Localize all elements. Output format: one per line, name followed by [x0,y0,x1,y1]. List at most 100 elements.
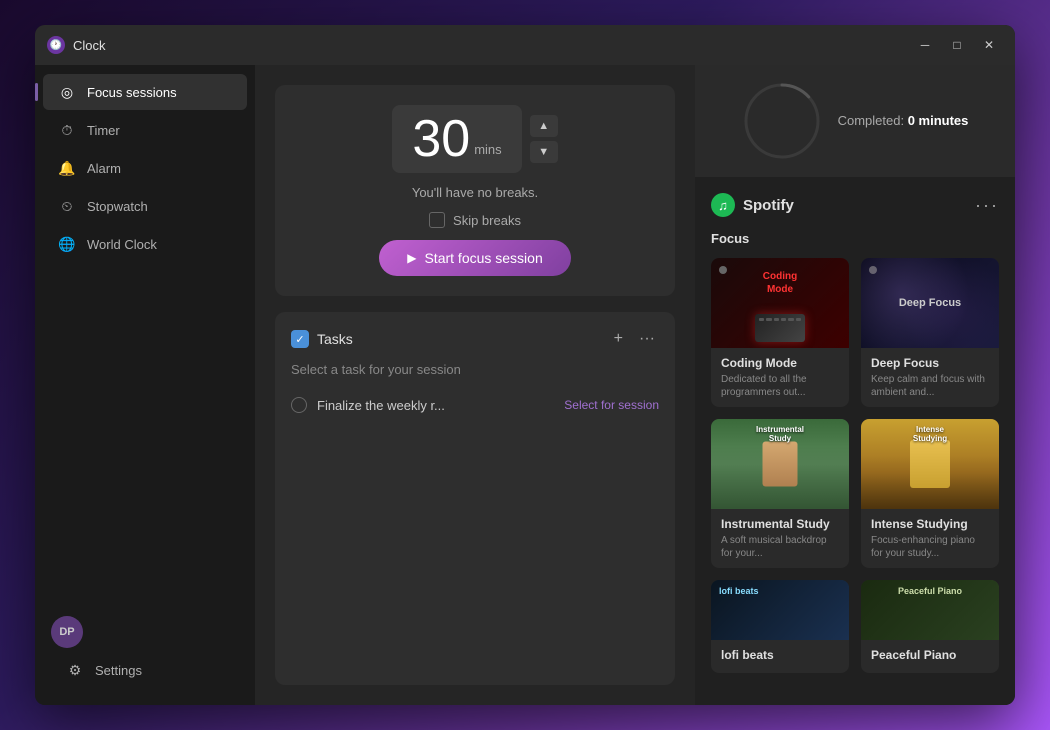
playlists-grid: CodingMode [711,258,999,673]
playlist-info: Deep Focus Keep calm and focus with ambi… [861,348,999,407]
playlist-card-coding-mode[interactable]: CodingMode [711,258,849,407]
settings-icon: ⚙ [67,662,83,678]
spotify-more-button[interactable]: ··· [975,195,999,216]
maximize-button[interactable]: □ [943,34,971,56]
spotify-name: Spotify [743,197,794,214]
sidebar-item-label: Stopwatch [87,199,148,214]
playlist-desc: Dedicated to all the programmers out... [721,373,839,399]
time-increase-button[interactable]: ▲ [530,115,558,137]
select-task-prompt: Select a task for your session [291,362,659,377]
playlist-thumb-lofi: lofi beats [711,580,849,640]
close-button[interactable]: ✕ [975,34,1003,56]
playlist-name: Coding Mode [721,356,839,370]
tasks-actions: + ··· [610,328,659,350]
coding-mode-visual: CodingMode [711,258,849,348]
sidebar: ◎ Focus sessions ⏱ Timer 🔔 Alarm ⏲ Stopw… [35,65,255,705]
sidebar-item-label: World Clock [87,237,157,252]
playlist-thumb-coding: CodingMode [711,258,849,348]
intense-overlay: IntenseStudying [913,425,947,443]
titlebar: 🕐 Clock ─ □ ✕ [35,25,1015,65]
task-radio[interactable] [291,397,307,413]
play-icon: ▶ [407,251,416,265]
playlist-desc: A soft musical backdrop for your... [721,534,839,560]
titlebar-controls: ─ □ ✕ [911,34,1003,56]
minimize-button[interactable]: ─ [911,34,939,56]
tasks-icon: ✓ [291,330,309,348]
playlist-name: lofi beats [721,648,839,662]
time-unit: mins [474,142,501,157]
settings-label: Settings [95,663,142,678]
task-name: Finalize the weekly r... [317,398,554,413]
playlist-card-deep-focus[interactable]: Deep Focus Deep Focus Keep calm and focu… [861,258,999,407]
sidebar-item-label: Timer [87,123,120,138]
app-icon: 🕐 [47,36,65,54]
world-clock-icon: 🌐 [59,236,75,252]
alarm-icon: 🔔 [59,160,75,176]
completed-value: 0 minutes [908,113,969,128]
time-display: 30 mins ▲ ▼ [392,105,557,173]
playlist-info: Intense Studying Focus-enhancing piano f… [861,509,999,568]
deep-focus-label: Deep Focus [899,297,961,309]
sidebar-item-stopwatch[interactable]: ⏲ Stopwatch [43,188,247,224]
tasks-card: ✓ Tasks + ··· Select a task for your ses… [275,312,675,685]
time-decrease-button[interactable]: ▼ [530,141,558,163]
stopwatch-icon: ⏲ [59,198,75,214]
playlist-name: Deep Focus [871,356,989,370]
time-stepper: ▲ ▼ [530,115,558,163]
focus-section-label: Focus [711,231,999,246]
tasks-title-row: ✓ Tasks [291,330,353,348]
titlebar-left: 🕐 Clock [47,36,106,54]
time-value: 30 [412,113,470,165]
app-window: 🕐 Clock ─ □ ✕ ◎ Focus sessions ⏱ Timer 🔔… [35,25,1015,705]
tasks-title: Tasks [317,331,353,347]
sidebar-item-focus-sessions[interactable]: ◎ Focus sessions [43,74,247,110]
sidebar-item-timer[interactable]: ⏱ Timer [43,112,247,148]
sidebar-settings[interactable]: ⚙ Settings [51,652,239,688]
playlist-card-intense[interactable]: IntenseStudying Intense Studying Focus-e… [861,419,999,568]
select-session-button[interactable]: Select for session [564,398,659,412]
avatar[interactable]: DP [51,616,83,648]
playlist-name: Intense Studying [871,517,989,531]
playlist-info: Instrumental Study A soft musical backdr… [711,509,849,568]
skip-breaks-checkbox[interactable] [429,212,445,228]
playlist-card-instrumental[interactable]: InstrumentalStudy Instrumental Study A s… [711,419,849,568]
playlist-card-lofi[interactable]: lofi beats lofi beats [711,580,849,673]
playlist-name: Instrumental Study [721,517,839,531]
main-content: ◎ Focus sessions ⏱ Timer 🔔 Alarm ⏲ Stopw… [35,65,1015,705]
coding-mode-title: CodingMode [763,270,797,296]
playlist-thumb-peaceful: Peaceful Piano [861,580,999,640]
tasks-more-button[interactable]: ··· [635,328,659,350]
playlist-info: Coding Mode Dedicated to all the program… [711,348,849,407]
lofi-label: lofi beats [719,586,759,596]
sidebar-item-alarm[interactable]: 🔔 Alarm [43,150,247,186]
playlist-card-peaceful[interactable]: Peaceful Piano Peaceful Piano [861,580,999,673]
playlist-thumb-instrumental: InstrumentalStudy [711,419,849,509]
task-item: Finalize the weekly r... Select for sess… [291,389,659,421]
tasks-header: ✓ Tasks + ··· [291,328,659,350]
focus-time-card: 30 mins ▲ ▼ You'll have no breaks. Skip … [275,85,675,296]
add-task-button[interactable]: + [610,328,627,350]
spotify-logo-row: ♫ Spotify [711,193,794,217]
start-focus-button[interactable]: ▶ Start focus session [379,240,571,276]
sidebar-item-label: Focus sessions [87,85,177,100]
playlist-desc: Focus-enhancing piano for your study... [871,534,989,560]
sidebar-item-label: Alarm [87,161,121,176]
skip-breaks-label: Skip breaks [453,213,521,228]
start-button-label: Start focus session [424,250,542,266]
clock-visual [742,81,822,161]
spotify-header: ♫ Spotify ··· [711,193,999,217]
spotify-section: ♫ Spotify ··· Focus CodingMode [695,177,1015,705]
completed-info: Completed: 0 minutes [838,112,969,130]
focus-sessions-icon: ◎ [59,84,75,100]
window-title: Clock [73,38,106,53]
playlist-info: lofi beats [711,640,849,673]
skip-breaks-row: Skip breaks [429,212,521,228]
spotify-icon: ♫ [711,193,735,217]
right-panel: Completed: 0 minutes ♫ Spotify ··· Focus [695,65,1015,705]
sidebar-item-world-clock[interactable]: 🌐 World Clock [43,226,247,262]
timer-icon: ⏱ [59,122,75,138]
playlist-desc: Keep calm and focus with ambient and... [871,373,989,399]
playlist-thumb-deep: Deep Focus [861,258,999,348]
peaceful-label: Peaceful Piano [898,586,962,596]
center-panel: 30 mins ▲ ▼ You'll have no breaks. Skip … [255,65,695,705]
